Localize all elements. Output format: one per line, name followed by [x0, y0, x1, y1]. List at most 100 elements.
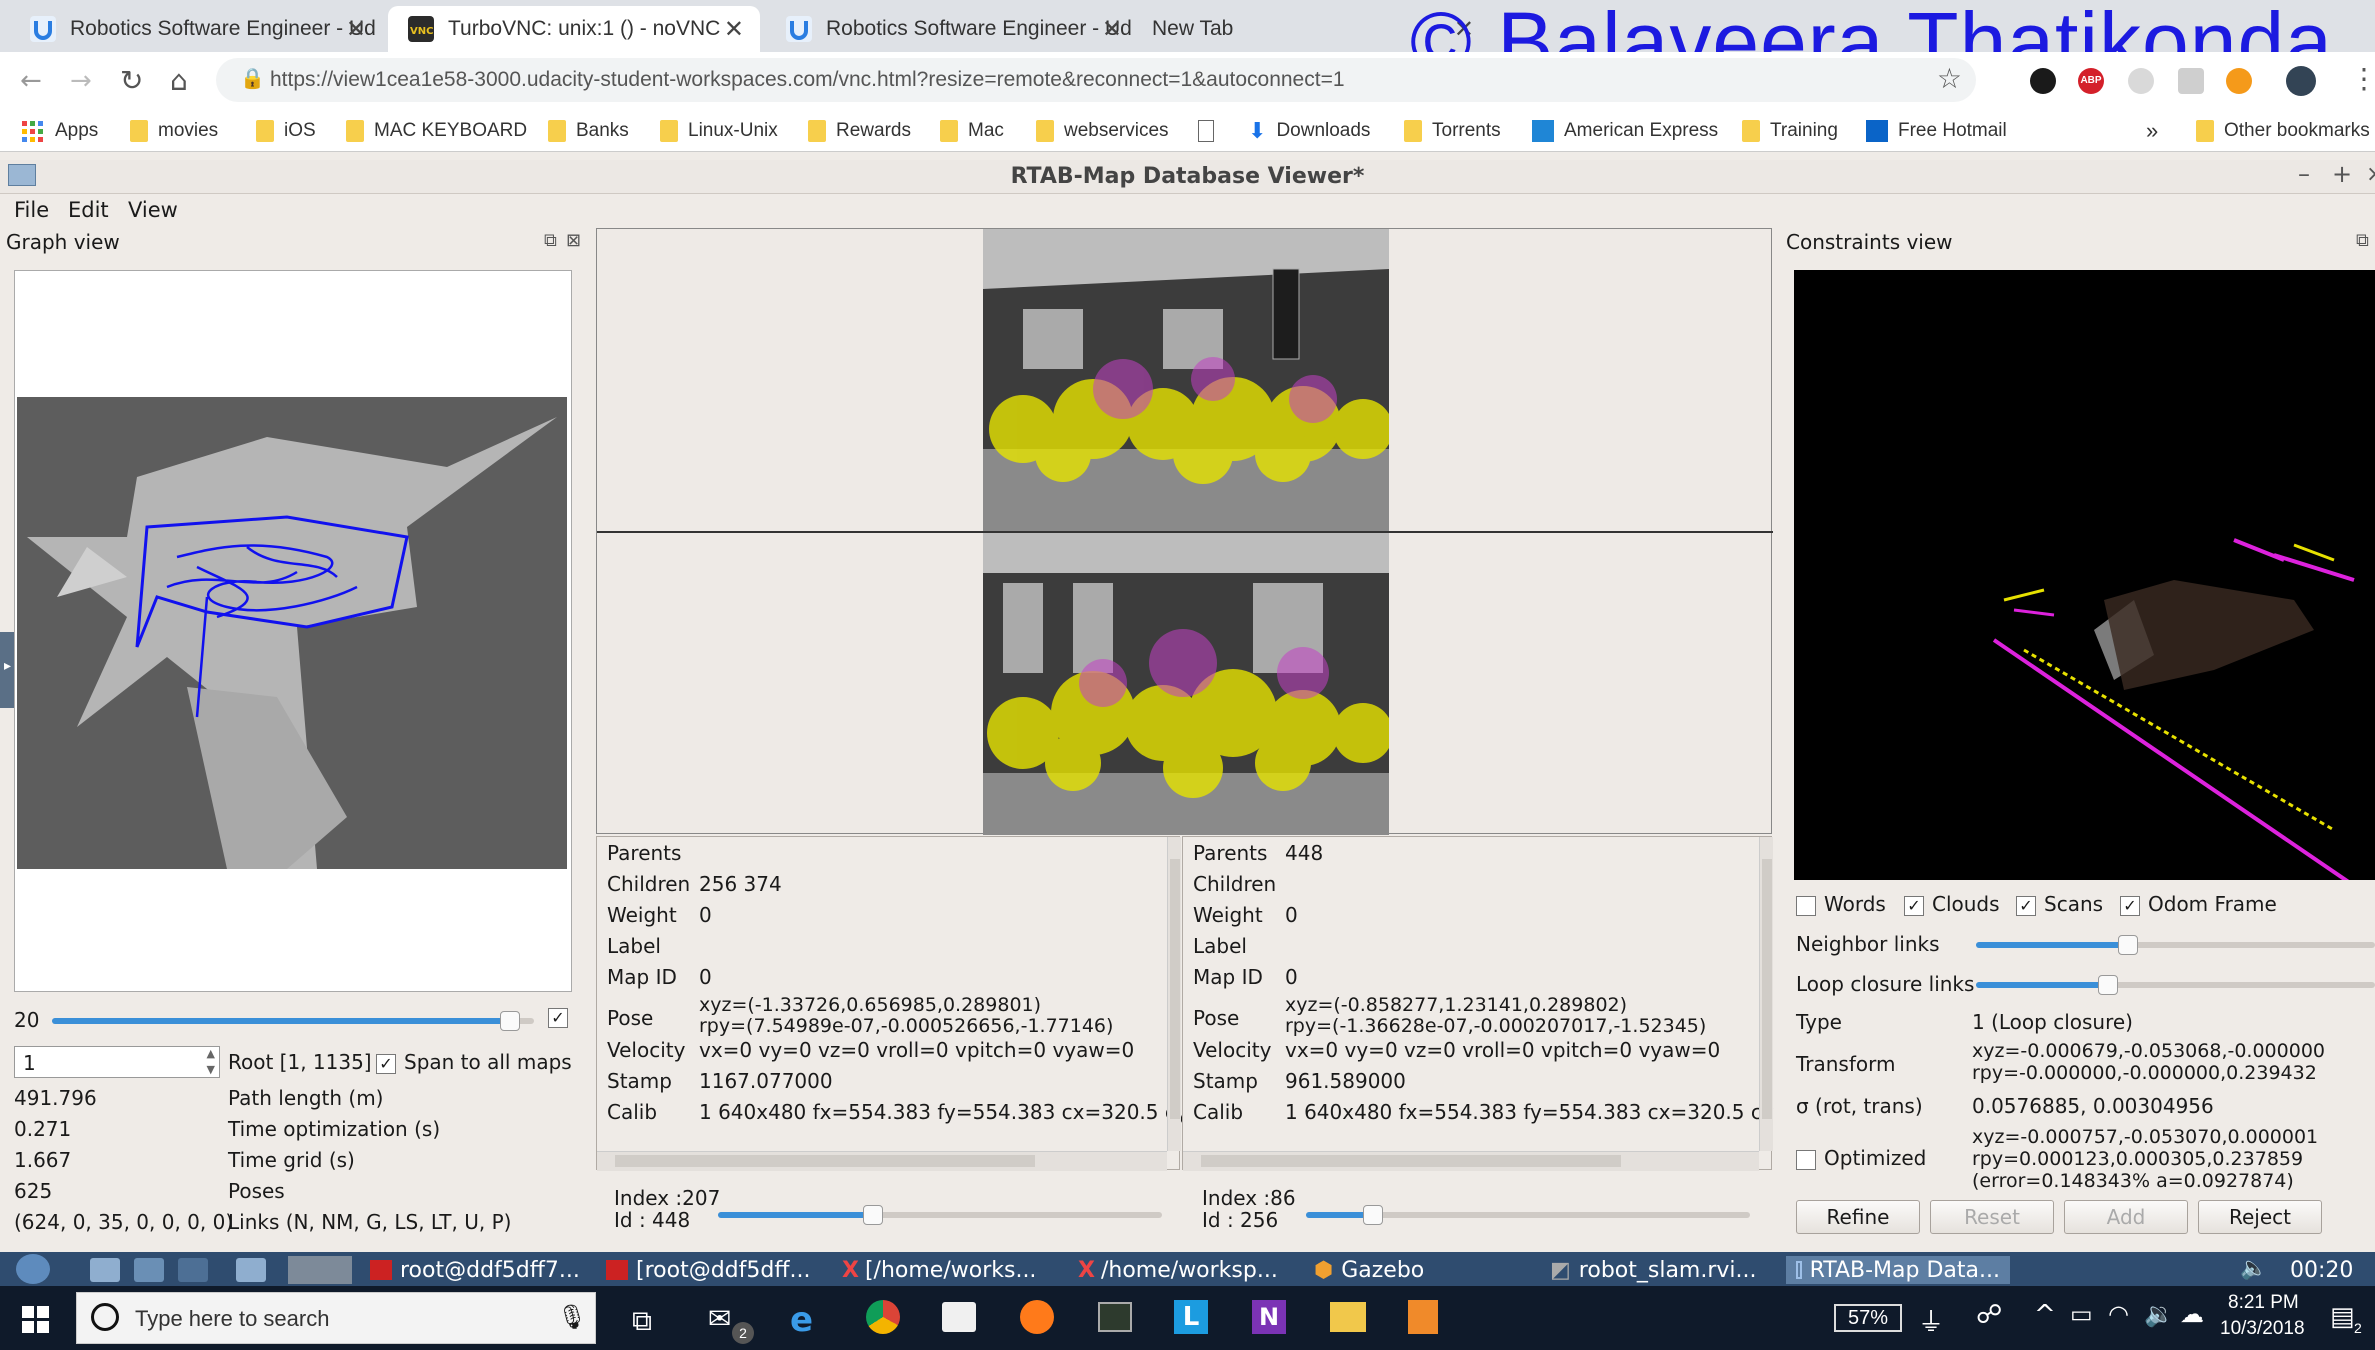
bookmark-folder[interactable]: iOS: [256, 116, 316, 146]
star-icon[interactable]: ☆: [1937, 62, 1962, 95]
bookmark-apps[interactable]: Apps: [22, 116, 98, 146]
maximize-icon[interactable]: +: [2332, 160, 2352, 188]
more-menu-icon[interactable]: ⋮: [2350, 62, 2375, 95]
menu-file[interactable]: File: [14, 198, 49, 222]
onedrive-icon[interactable]: ☁: [2180, 1300, 2204, 1328]
loop-slider-handle[interactable]: [2098, 975, 2118, 995]
bookmark-folder[interactable]: Linux-Unix: [660, 116, 778, 146]
reject-button[interactable]: Reject: [2198, 1200, 2322, 1234]
horizontal-scrollbar[interactable]: [597, 1151, 1167, 1171]
node-slider-handle[interactable]: [1363, 1205, 1383, 1225]
bookmark-folder[interactable]: Banks: [548, 116, 629, 146]
minimize-icon[interactable]: –: [2298, 160, 2310, 188]
bookmark-item[interactable]: [1198, 116, 1224, 146]
task-rviz[interactable]: ◩ robot_slam.rvi...: [1550, 1256, 1757, 1284]
people-icon[interactable]: ☍: [1976, 1300, 2002, 1330]
mail-icon[interactable]: ✉: [708, 1302, 731, 1335]
span-maps-checkbox[interactable]: ✓ Span to all maps: [376, 1050, 572, 1074]
bookmark-amex[interactable]: American Express: [1532, 116, 1718, 146]
extension-icon[interactable]: [2128, 68, 2154, 94]
forward-icon[interactable]: →: [70, 66, 92, 96]
bookmark-downloads[interactable]: ⬇ Downloads: [1248, 116, 1370, 146]
bookmark-folder[interactable]: MAC KEYBOARD: [346, 116, 527, 146]
tab-udacity-2[interactable]: Robotics Software Engineer - Ud ✕: [766, 6, 1138, 52]
bookmark-folder[interactable]: Mac: [940, 116, 1004, 146]
edge-icon[interactable]: e: [790, 1300, 813, 1340]
notification-icon[interactable]: ▤: [2330, 1302, 2355, 1332]
bookmark-folder[interactable]: movies: [130, 116, 218, 146]
network-icon[interactable]: ▭: [2070, 1300, 2093, 1328]
microphone-icon[interactable]: 🎙: [557, 1303, 587, 1331]
more-bookmarks-icon[interactable]: »: [2146, 116, 2158, 146]
words-checkbox[interactable]: Words: [1796, 892, 1886, 916]
tab-novnc[interactable]: VNC TurboVNC: unix:1 () - noVNC ✕: [388, 6, 760, 52]
optimized-checkbox[interactable]: Optimized: [1796, 1146, 1926, 1170]
task-xterm-1[interactable]: X [/home/works...: [842, 1256, 1036, 1284]
close-icon[interactable]: ✕: [1102, 15, 1122, 44]
bookmark-folder[interactable]: Torrents: [1404, 116, 1501, 146]
workspace-switcher[interactable]: [288, 1256, 352, 1284]
bookmark-folder[interactable]: Rewards: [808, 116, 911, 146]
chrome-icon[interactable]: [866, 1300, 900, 1334]
settings-icon[interactable]: [134, 1258, 164, 1282]
close-icon[interactable]: ✕: [346, 15, 366, 44]
search-box[interactable]: Type here to search 🎙: [76, 1292, 596, 1344]
node-slider-handle[interactable]: [863, 1205, 883, 1225]
refine-button[interactable]: Refine: [1796, 1200, 1920, 1234]
windows-start-icon[interactable]: [22, 1306, 50, 1334]
task-xterm-2[interactable]: X/home/worksp...: [1078, 1256, 1278, 1284]
start-menu-icon[interactable]: [16, 1254, 50, 1284]
close-icon[interactable]: ⊠: [566, 230, 581, 251]
bookmark-folder[interactable]: webservices: [1036, 116, 1169, 146]
tab-udacity-1[interactable]: Robotics Software Engineer - Ud ✕: [10, 6, 382, 52]
float-icon[interactable]: ⧉: [2356, 230, 2369, 251]
odom-frame-checkbox[interactable]: ✓ Odom Frame: [2120, 892, 2277, 916]
window-icon[interactable]: [236, 1258, 266, 1282]
neighbor-slider-handle[interactable]: [2118, 935, 2138, 955]
wifi-icon[interactable]: ◠: [2108, 1300, 2129, 1328]
task-rtabmap[interactable]: RTAB-Map Data...: [1786, 1256, 2010, 1284]
reset-button[interactable]: Reset: [1930, 1200, 2054, 1234]
graph-slider-checkbox[interactable]: ✓: [548, 1008, 568, 1028]
spin-up-icon[interactable]: ▲: [207, 1047, 215, 1060]
root-spinbox[interactable]: 1 ▲ ▼: [14, 1046, 220, 1078]
volume-icon[interactable]: 🔈: [2240, 1256, 2267, 1281]
vertical-scrollbar[interactable]: [1759, 837, 1773, 1151]
terminal-app-icon[interactable]: [1098, 1302, 1132, 1332]
url-field[interactable]: 🔒 https://view1cea1e58-3000.udacity-stud…: [216, 58, 1976, 102]
point-cloud-view[interactable]: [1794, 270, 2375, 880]
lync-icon[interactable]: L: [1174, 1300, 1208, 1334]
sublime-icon[interactable]: [1408, 1300, 1438, 1334]
bookmark-folder[interactable]: Training: [1742, 116, 1838, 146]
file-manager-icon[interactable]: [90, 1258, 120, 1282]
float-icon[interactable]: ⧉: [544, 230, 557, 251]
adblock-icon[interactable]: ABP: [2078, 68, 2104, 94]
extension-icon[interactable]: [2030, 68, 2056, 94]
onenote-icon[interactable]: N: [1252, 1300, 1286, 1334]
close-icon[interactable]: ✕: [724, 15, 744, 44]
firefox-icon[interactable]: [1020, 1300, 1054, 1334]
close-icon[interactable]: ×: [2366, 162, 2375, 187]
graph-canvas[interactable]: [14, 270, 572, 992]
back-icon[interactable]: ←: [20, 66, 42, 96]
avatar[interactable]: [2286, 66, 2316, 96]
horizontal-scrollbar[interactable]: [1183, 1151, 1759, 1171]
bookmark-hotmail[interactable]: Free Hotmail: [1866, 116, 2007, 146]
task-view-icon[interactable]: ⧉: [632, 1304, 652, 1338]
vertical-scrollbar[interactable]: [1167, 837, 1181, 1151]
scans-checkbox[interactable]: ✓ Scans: [2016, 892, 2103, 916]
task-gazebo[interactable]: ⬢ Gazebo: [1314, 1256, 1424, 1284]
speaker-icon[interactable]: 🔉: [2144, 1300, 2174, 1328]
reload-icon[interactable]: ↻: [120, 64, 143, 97]
bookmark-other[interactable]: Other bookmarks: [2196, 116, 2370, 146]
task-terminal-1[interactable]: root@ddf5dff7...: [370, 1256, 580, 1284]
battery-indicator[interactable]: 57%: [1834, 1304, 1902, 1332]
graph-slider-handle[interactable]: [500, 1011, 520, 1031]
explorer-icon[interactable]: [1330, 1302, 1366, 1332]
desktop-icon[interactable]: [178, 1258, 208, 1282]
menu-edit[interactable]: Edit: [68, 198, 109, 222]
store-icon[interactable]: [942, 1302, 976, 1332]
chevron-up-icon[interactable]: ^: [2034, 1300, 2056, 1330]
task-terminal-2[interactable]: [root@ddf5dff...: [606, 1256, 810, 1284]
extension-icon[interactable]: [2226, 68, 2252, 94]
